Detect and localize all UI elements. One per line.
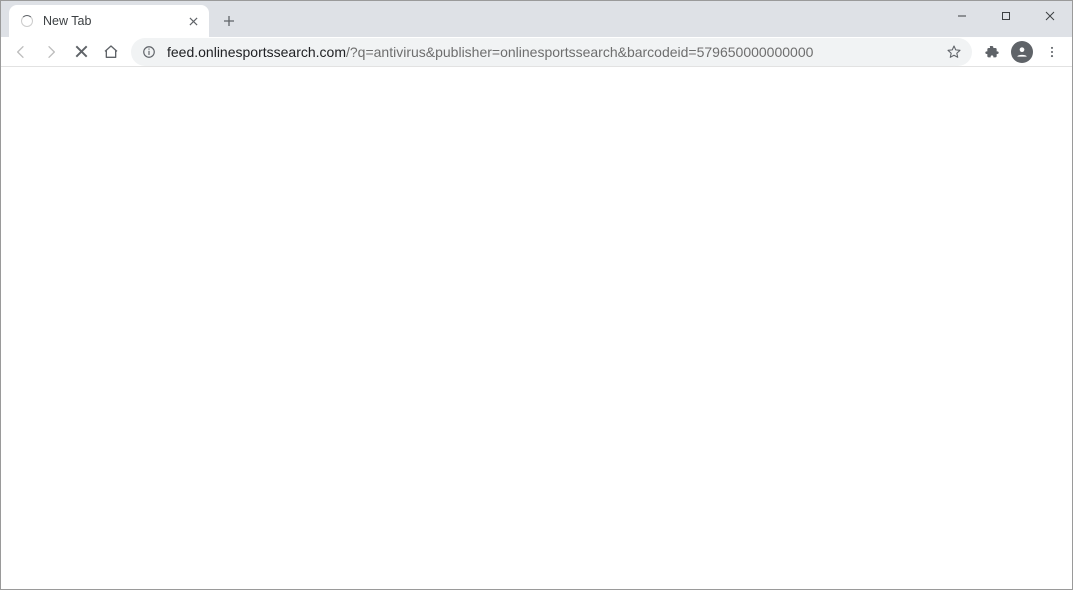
home-button[interactable] (97, 38, 125, 66)
window-close-button[interactable] (1028, 1, 1072, 31)
avatar-icon (1011, 41, 1033, 63)
bookmark-star-icon[interactable] (946, 44, 962, 60)
new-tab-button[interactable] (215, 7, 243, 35)
loading-spinner-icon (19, 13, 35, 29)
window-controls (940, 1, 1072, 37)
address-bar[interactable]: feed.onlinesportssearch.com/?q=antivirus… (131, 38, 972, 66)
maximize-button[interactable] (984, 1, 1028, 31)
url-text[interactable]: feed.onlinesportssearch.com/?q=antivirus… (167, 44, 936, 60)
tab-title: New Tab (43, 14, 177, 28)
profile-button[interactable] (1008, 38, 1036, 66)
back-button[interactable] (7, 38, 35, 66)
stop-reload-button[interactable] (67, 38, 95, 66)
forward-button[interactable] (37, 38, 65, 66)
toolbar-right (978, 38, 1066, 66)
site-info-icon[interactable] (141, 44, 157, 60)
extensions-button[interactable] (978, 38, 1006, 66)
toolbar: feed.onlinesportssearch.com/?q=antivirus… (1, 37, 1072, 67)
url-host: feed.onlinesportssearch.com (167, 44, 346, 60)
titlebar: New Tab (1, 1, 1072, 37)
minimize-button[interactable] (940, 1, 984, 31)
tab-active[interactable]: New Tab (9, 5, 209, 37)
menu-button[interactable] (1038, 38, 1066, 66)
url-path: /?q=antivirus&publisher=onlinesportssear… (346, 44, 813, 60)
tab-close-button[interactable] (185, 13, 201, 29)
page-content (1, 67, 1072, 589)
browser-window: New Tab (0, 0, 1073, 590)
